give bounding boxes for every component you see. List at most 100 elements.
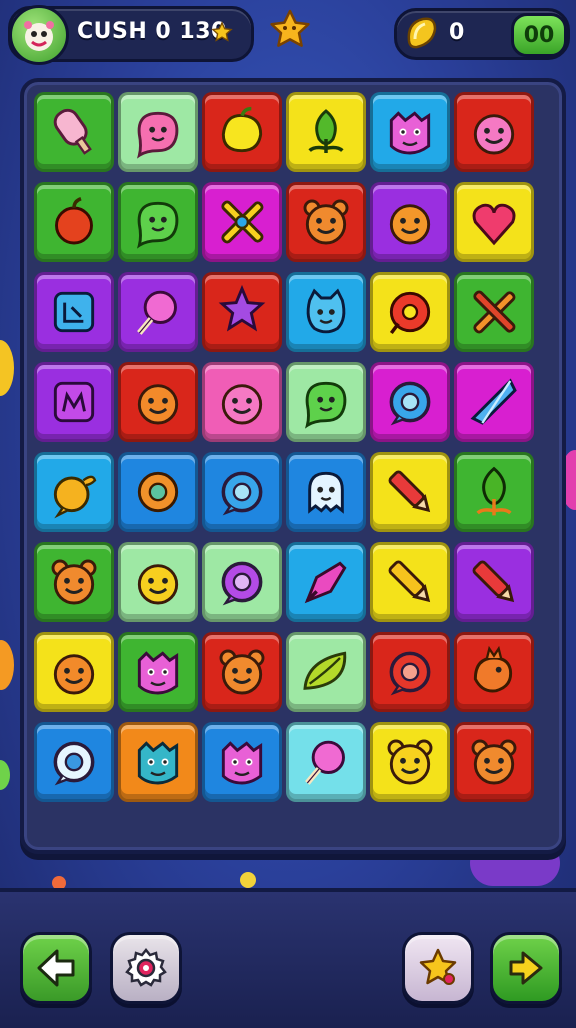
yellow-smiley-icon	[137, 564, 179, 605]
tile-r6-c6[interactable]	[454, 542, 534, 622]
tile-r6-c2[interactable]	[118, 542, 198, 622]
tile-r6-c1[interactable]	[34, 542, 114, 622]
tile-r8-c6[interactable]	[454, 722, 534, 802]
tile-r1-c3[interactable]	[202, 92, 282, 172]
tile-r1-c5[interactable]	[370, 92, 450, 172]
tile-r7-c6[interactable]	[454, 632, 534, 712]
pink-monster-icon	[137, 651, 179, 695]
popsicle-icon	[53, 108, 92, 155]
tile-r8-c4[interactable]	[286, 722, 366, 802]
tile-r2-c3[interactable]	[202, 182, 282, 262]
tile-r2-c6[interactable]	[454, 182, 534, 262]
tile-r1-c6[interactable]	[454, 92, 534, 172]
tile-r3-c5[interactable]	[370, 272, 450, 352]
tile-r5-c1[interactable]	[34, 452, 114, 532]
orange-bear-icon	[219, 649, 265, 695]
m-square-icon	[53, 381, 95, 423]
orange-bear-icon	[471, 739, 517, 785]
gear-icon	[125, 947, 167, 987]
level-label: 00	[523, 22, 555, 48]
red-ring-icon	[389, 651, 431, 696]
level-button[interactable]: 00	[511, 13, 567, 57]
pink-blob-icon	[137, 111, 179, 159]
tile-r6-c4[interactable]	[286, 542, 366, 622]
tile-r1-c1[interactable]	[34, 92, 114, 172]
coin-panel: 0 00	[394, 8, 570, 60]
pink-monster-icon	[221, 741, 263, 785]
tile-r7-c2[interactable]	[118, 632, 198, 712]
tile-r8-c5[interactable]	[370, 722, 450, 802]
star-icon[interactable]	[268, 8, 312, 52]
top-bar: CUSH 0 130 0 00	[0, 0, 576, 65]
back-button[interactable]	[20, 932, 92, 1004]
orange-fruit-icon	[389, 204, 431, 245]
background-bubble	[0, 640, 14, 690]
tile-r2-c5[interactable]	[370, 182, 450, 262]
green-sprout-icon	[476, 466, 512, 516]
teal-monster-icon	[137, 741, 179, 785]
leaf-sprout-icon	[308, 109, 344, 153]
tile-r4-c6[interactable]	[454, 362, 534, 442]
coin-count: 0	[449, 20, 465, 45]
tile-r2-c1[interactable]	[34, 182, 114, 262]
tile-r5-c5[interactable]	[370, 452, 450, 532]
coin-icon	[407, 17, 437, 49]
tile-r8-c2[interactable]	[118, 722, 198, 802]
tile-r6-c3[interactable]	[202, 542, 282, 622]
tile-r3-c1[interactable]	[34, 272, 114, 352]
tile-r7-c5[interactable]	[370, 632, 450, 712]
red-donut-icon	[389, 291, 431, 335]
purple-ring-icon	[221, 561, 263, 606]
blue-cat-icon	[306, 288, 346, 334]
blue-crystal-icon	[470, 378, 517, 425]
heart-icon	[472, 203, 516, 246]
apple-icon	[55, 197, 93, 245]
tile-r3-c2[interactable]	[118, 272, 198, 352]
purple-star-icon	[218, 284, 266, 332]
tile-r2-c2[interactable]	[118, 182, 198, 262]
star-icon	[419, 948, 457, 985]
tile-r4-c5[interactable]	[370, 362, 450, 442]
tile-r5-c4[interactable]	[286, 452, 366, 532]
tile-r3-c4[interactable]	[286, 272, 366, 352]
orange-bear-icon	[51, 559, 97, 605]
tile-r7-c4[interactable]	[286, 632, 366, 712]
blue-ring-icon	[221, 471, 263, 516]
tile-r3-c6[interactable]	[454, 272, 534, 352]
blue-square-icon	[53, 291, 95, 333]
pink-monster-icon	[389, 111, 431, 155]
tile-r7-c3[interactable]	[202, 632, 282, 712]
tile-r7-c1[interactable]	[34, 632, 114, 712]
pink-smiley-icon	[473, 114, 515, 155]
tile-r4-c1[interactable]	[34, 362, 114, 442]
tile-r5-c6[interactable]	[454, 452, 534, 532]
game-board	[20, 78, 566, 854]
tile-r6-c5[interactable]	[370, 542, 450, 622]
tile-r1-c4[interactable]	[286, 92, 366, 172]
settings-button[interactable]	[110, 932, 182, 1004]
next-button[interactable]	[490, 932, 562, 1004]
tile-r3-c3[interactable]	[202, 272, 282, 352]
tile-r5-c2[interactable]	[118, 452, 198, 532]
tile-r4-c3[interactable]	[202, 362, 282, 442]
tile-r1-c2[interactable]	[118, 92, 198, 172]
green-blob-icon	[305, 381, 347, 429]
score-panel: CUSH 0 130	[8, 5, 254, 65]
small-star-icon	[211, 21, 233, 42]
tile-r8-c1[interactable]	[34, 722, 114, 802]
tile-r4-c4[interactable]	[286, 362, 366, 442]
orange-smiley-icon	[53, 654, 95, 695]
red-pencil-icon	[388, 470, 431, 513]
lemon-icon	[221, 106, 263, 153]
monster-face-icon[interactable]	[9, 5, 69, 65]
booster-button[interactable]	[402, 932, 474, 1004]
ghost-icon	[308, 471, 344, 514]
tile-r2-c4[interactable]	[286, 182, 366, 262]
green-leaf-icon	[303, 651, 347, 690]
tile-r8-c3[interactable]	[202, 722, 282, 802]
orange-bird-icon	[473, 645, 513, 693]
tile-r4-c2[interactable]	[118, 362, 198, 442]
tile-r5-c3[interactable]	[202, 452, 282, 532]
lollipop-icon	[137, 290, 177, 335]
background-bubble	[240, 872, 256, 888]
